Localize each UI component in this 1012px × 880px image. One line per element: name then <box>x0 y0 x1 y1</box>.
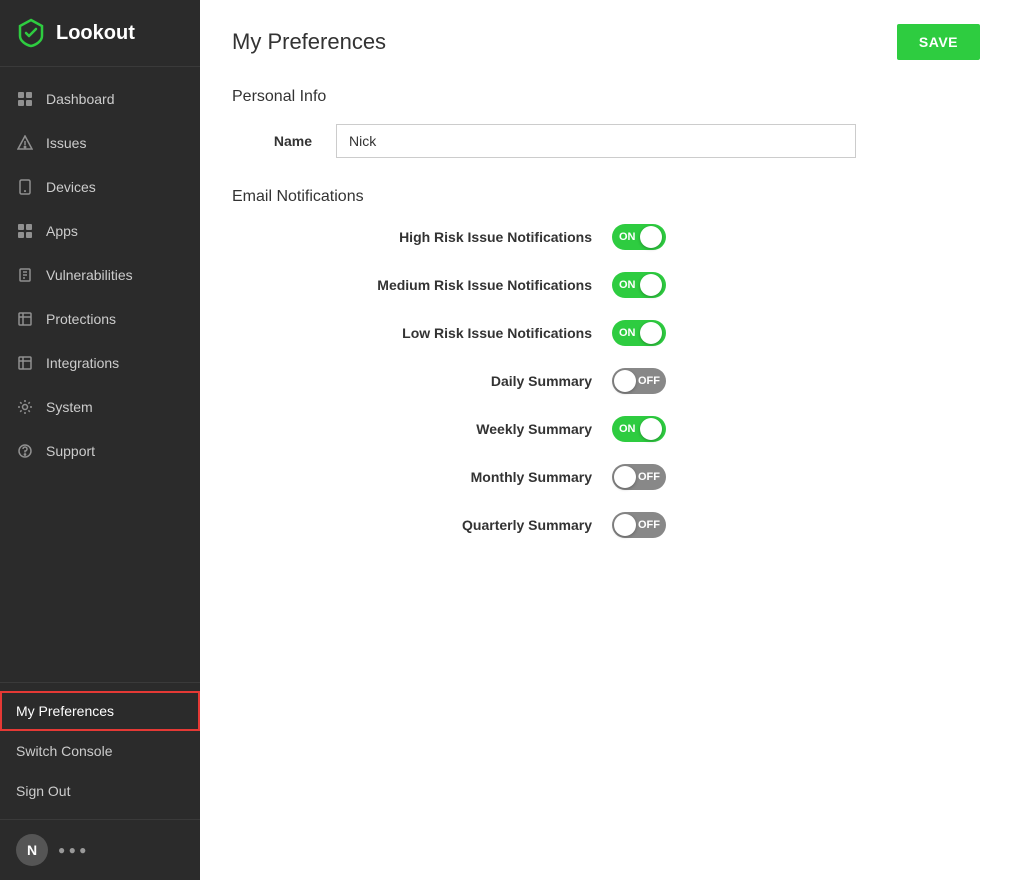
my-preferences-label: My Preferences <box>16 703 114 719</box>
toggle-knob <box>614 370 636 392</box>
toggle-row-monthly-summary: Monthly Summary OFF <box>232 464 980 490</box>
switch-console-item[interactable]: Switch Console <box>0 731 200 771</box>
toggle-text: ON <box>619 279 636 291</box>
devices-icon <box>16 178 34 196</box>
toggle-label-quarterly-summary: Quarterly Summary <box>252 517 592 533</box>
email-notifications-title: Email Notifications <box>232 188 980 206</box>
vulnerabilities-icon <box>16 266 34 284</box>
user-info: ● ● ● <box>58 843 86 857</box>
sidebar-item-integrations[interactable]: Integrations <box>0 341 200 385</box>
email-notifications-section: Email Notifications High Risk Issue Noti… <box>232 188 980 538</box>
toggle-text: ON <box>619 231 636 243</box>
toggle-text: OFF <box>638 519 660 531</box>
toggle-row-high-risk: High Risk Issue Notifications ON <box>232 224 980 250</box>
sidebar-item-label: Issues <box>46 135 86 151</box>
toggle-row-weekly-summary: Weekly Summary ON <box>232 416 980 442</box>
toggle-row-quarterly-summary: Quarterly Summary OFF <box>232 512 980 538</box>
toggle-row-low-risk: Low Risk Issue Notifications ON <box>232 320 980 346</box>
toggle-row-medium-risk: Medium Risk Issue Notifications ON <box>232 272 980 298</box>
sidebar-item-label: Vulnerabilities <box>46 267 133 283</box>
toggle-low-risk[interactable]: ON <box>612 320 666 346</box>
sidebar-item-devices[interactable]: Devices <box>0 165 200 209</box>
toggle-daily-summary[interactable]: OFF <box>612 368 666 394</box>
toggle-label-weekly-summary: Weekly Summary <box>252 421 592 437</box>
sign-out-label: Sign Out <box>16 783 70 799</box>
personal-info-title: Personal Info <box>232 88 980 106</box>
toggle-label-high-risk: High Risk Issue Notifications <box>252 229 592 245</box>
toggle-label-low-risk: Low Risk Issue Notifications <box>252 325 592 341</box>
sidebar-item-label: Integrations <box>46 355 119 371</box>
toggle-knob <box>614 466 636 488</box>
system-icon <box>16 398 34 416</box>
app-name: Lookout <box>56 22 135 45</box>
toggle-knob <box>640 226 662 248</box>
toggle-high-risk[interactable]: ON <box>612 224 666 250</box>
name-input[interactable] <box>336 124 856 158</box>
sidebar-item-label: Apps <box>46 223 78 239</box>
lookout-logo-icon <box>16 18 46 48</box>
toggle-medium-risk[interactable]: ON <box>612 272 666 298</box>
sidebar-item-label: Dashboard <box>46 91 115 107</box>
sidebar: Lookout Dashboard Issues Devices Ap <box>0 0 200 880</box>
user-row: N ● ● ● <box>0 819 200 880</box>
sidebar-item-label: Devices <box>46 179 96 195</box>
sidebar-logo: Lookout <box>0 0 200 67</box>
toggle-label-medium-risk: Medium Risk Issue Notifications <box>252 277 592 293</box>
toggle-knob <box>614 514 636 536</box>
toggle-quarterly-summary[interactable]: OFF <box>612 512 666 538</box>
avatar: N <box>16 834 48 866</box>
my-preferences-item[interactable]: My Preferences <box>0 691 200 731</box>
sidebar-item-label: System <box>46 399 93 415</box>
sidebar-item-apps[interactable]: Apps <box>0 209 200 253</box>
sidebar-item-vulnerabilities[interactable]: Vulnerabilities <box>0 253 200 297</box>
toggle-text: OFF <box>638 471 660 483</box>
sidebar-item-label: Protections <box>46 311 116 327</box>
toggle-label-monthly-summary: Monthly Summary <box>252 469 592 485</box>
toggle-text: ON <box>619 423 636 435</box>
toggle-row-daily-summary: Daily Summary OFF <box>232 368 980 394</box>
toggle-label-daily-summary: Daily Summary <box>252 373 592 389</box>
protections-icon <box>16 310 34 328</box>
toggle-knob <box>640 418 662 440</box>
sidebar-item-label: Support <box>46 443 95 459</box>
name-form-row: Name <box>232 124 980 158</box>
sidebar-bottom: My Preferences Switch Console Sign Out <box>0 682 200 819</box>
toggle-knob <box>640 274 662 296</box>
toggle-monthly-summary[interactable]: OFF <box>612 464 666 490</box>
toggle-knob <box>640 322 662 344</box>
sign-out-item[interactable]: Sign Out <box>0 771 200 811</box>
sidebar-item-system[interactable]: System <box>0 385 200 429</box>
name-label: Name <box>232 133 312 149</box>
main-content: My Preferences SAVE Personal Info Name E… <box>200 0 1012 880</box>
dashboard-icon <box>16 90 34 108</box>
save-button[interactable]: SAVE <box>897 24 980 60</box>
sidebar-item-support[interactable]: Support <box>0 429 200 473</box>
sidebar-item-issues[interactable]: Issues <box>0 121 200 165</box>
sidebar-item-protections[interactable]: Protections <box>0 297 200 341</box>
personal-info-section: Personal Info Name <box>232 88 980 158</box>
main-header: My Preferences SAVE <box>232 24 980 60</box>
page-title: My Preferences <box>232 29 386 55</box>
support-icon <box>16 442 34 460</box>
apps-icon <box>16 222 34 240</box>
sidebar-item-dashboard[interactable]: Dashboard <box>0 77 200 121</box>
issues-icon <box>16 134 34 152</box>
switch-console-label: Switch Console <box>16 743 113 759</box>
toggle-weekly-summary[interactable]: ON <box>612 416 666 442</box>
toggle-text: OFF <box>638 375 660 387</box>
sidebar-nav: Dashboard Issues Devices Apps Vulnerabil <box>0 67 200 682</box>
toggle-text: ON <box>619 327 636 339</box>
integrations-icon <box>16 354 34 372</box>
